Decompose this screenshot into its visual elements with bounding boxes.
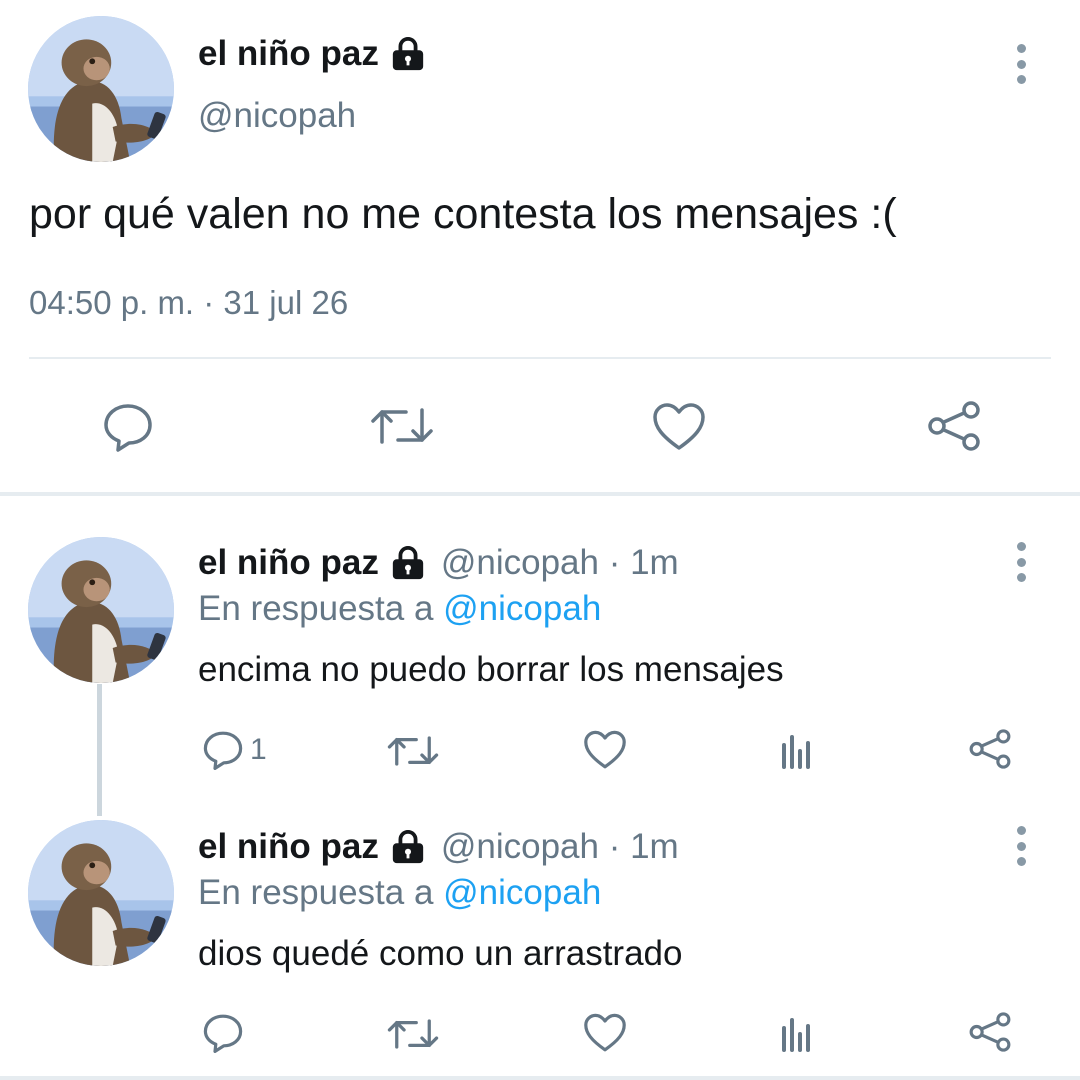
reply-button[interactable]: 1: [202, 730, 267, 770]
lock-icon: [390, 36, 425, 72]
lock-icon: [390, 829, 425, 865]
reply-button[interactable]: [202, 1013, 244, 1053]
retweet-icon: [371, 408, 433, 444]
share-icon: [969, 1012, 1011, 1052]
share-button[interactable]: [968, 1011, 1012, 1053]
handle[interactable]: @nicopah: [198, 96, 356, 136]
avatar[interactable]: [28, 537, 174, 683]
analytics-icon: [782, 1018, 810, 1052]
more-options-icon[interactable]: [1011, 44, 1031, 84]
tweet-timestamp[interactable]: 04:50 p. m. · 31 jul 26: [29, 284, 348, 322]
like-icon: [584, 1013, 626, 1052]
analytics-button[interactable]: [778, 731, 816, 769]
retweet-icon: [387, 736, 439, 766]
display-name[interactable]: el niño paz: [198, 34, 427, 74]
retweet-button[interactable]: [387, 1016, 439, 1052]
retweet-button[interactable]: [387, 733, 439, 769]
avatar[interactable]: [28, 820, 174, 966]
display-name[interactable]: el niño paz: [198, 827, 379, 867]
thread-connector: [97, 684, 102, 816]
lock-icon: [390, 545, 425, 581]
tweet-text: dios quedé como un arrastrado: [198, 934, 683, 973]
reply-count: 1: [250, 733, 267, 766]
avatar[interactable]: [28, 16, 174, 162]
like-button[interactable]: [652, 402, 706, 452]
mention-link[interactable]: @nicopah: [443, 589, 601, 628]
mention-link[interactable]: @nicopah: [443, 873, 601, 912]
share-button[interactable]: [968, 728, 1012, 770]
display-name-text: el niño paz: [198, 34, 379, 73]
retweet-icon: [387, 1019, 439, 1049]
more-options-icon[interactable]: [1011, 826, 1031, 866]
more-options-icon[interactable]: [1011, 542, 1031, 582]
section-divider: [0, 492, 1080, 496]
like-button[interactable]: [583, 1013, 627, 1053]
reply-header[interactable]: el niño paz @nicopah · 1m: [198, 827, 679, 867]
like-icon: [653, 403, 705, 450]
share-icon: [969, 729, 1011, 769]
tweet-text: encima no puedo borrar los mensajes: [198, 650, 784, 689]
like-icon: [584, 730, 626, 769]
tweet-text: por qué valen no me contesta los mensaje…: [29, 190, 897, 238]
share-icon: [928, 401, 980, 451]
reply-icon: [203, 731, 243, 770]
reply-button[interactable]: [102, 402, 154, 452]
share-button[interactable]: [926, 400, 982, 452]
reply-header[interactable]: el niño paz @nicopah · 1m: [198, 543, 679, 583]
retweet-button[interactable]: [370, 404, 434, 448]
replying-to-label: En respuesta a: [198, 589, 444, 628]
replying-to: En respuesta a @nicopah: [198, 873, 601, 913]
handle-and-time[interactable]: @nicopah · 1m: [441, 827, 679, 867]
reply-icon: [104, 404, 152, 452]
analytics-icon: [782, 735, 810, 769]
display-name[interactable]: el niño paz: [198, 543, 379, 583]
like-button[interactable]: [583, 730, 627, 770]
handle-and-time[interactable]: @nicopah · 1m: [441, 543, 679, 583]
section-divider: [0, 1076, 1080, 1080]
reply-icon: [203, 1014, 243, 1053]
replying-to-label: En respuesta a: [198, 873, 444, 912]
replying-to: En respuesta a @nicopah: [198, 589, 601, 629]
divider: [29, 357, 1051, 359]
analytics-button[interactable]: [778, 1014, 816, 1052]
